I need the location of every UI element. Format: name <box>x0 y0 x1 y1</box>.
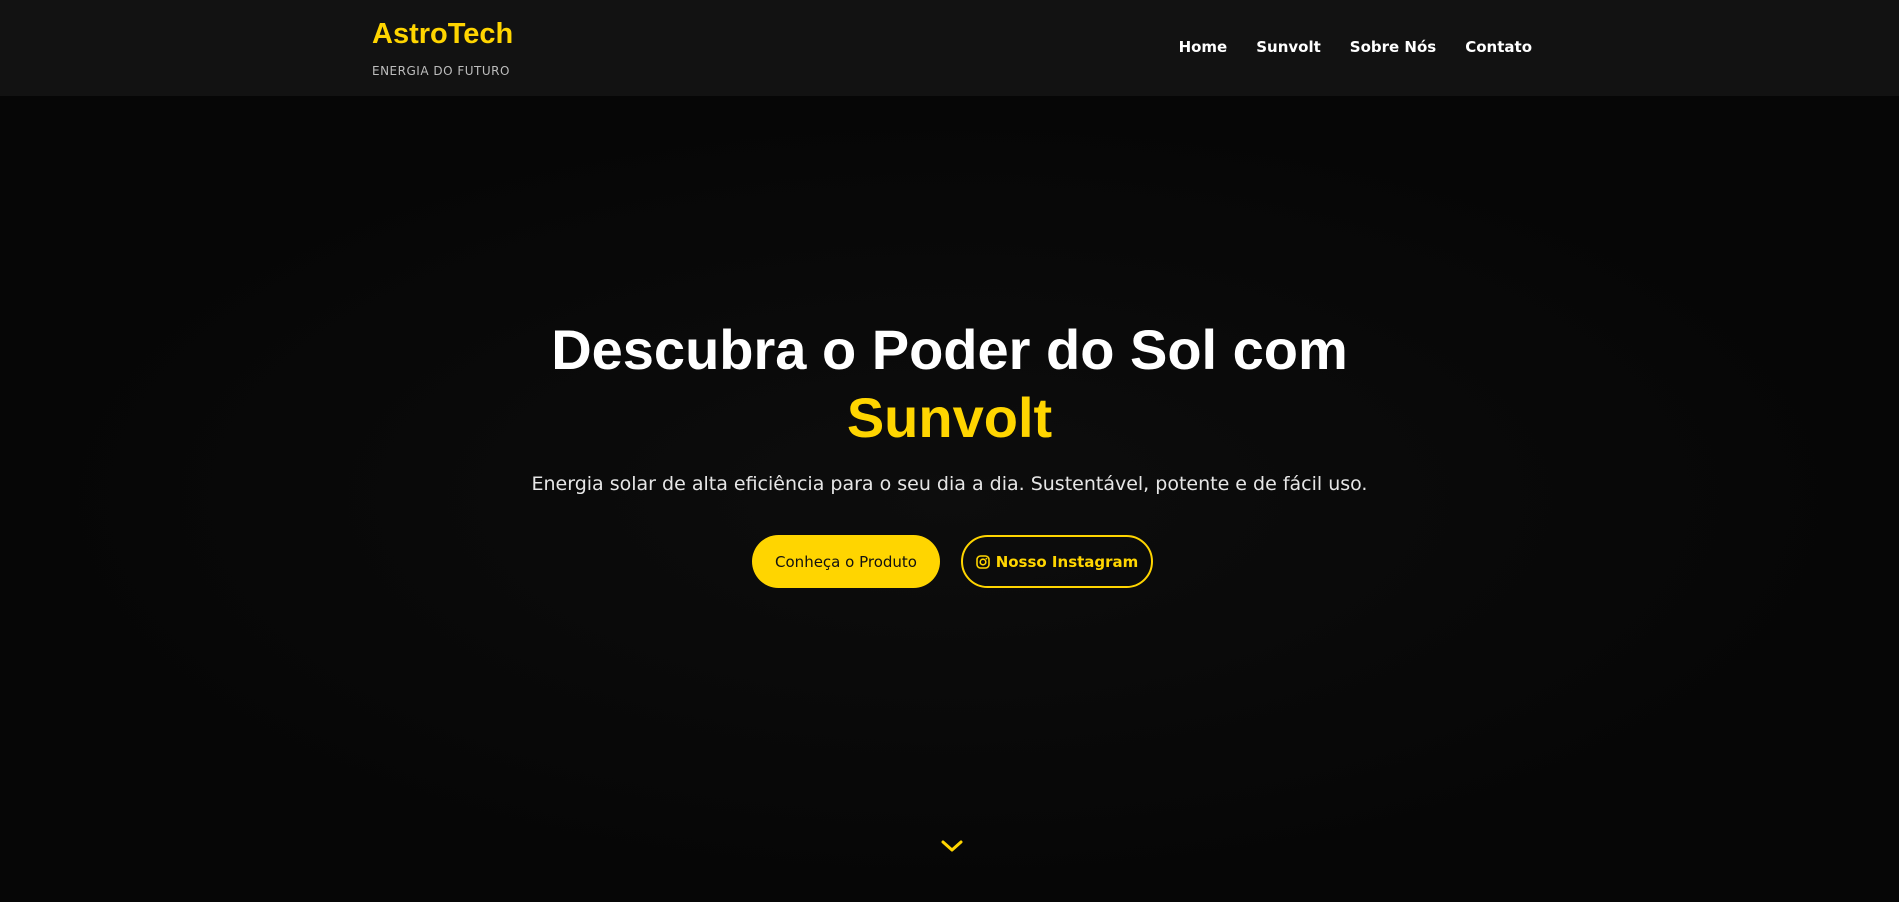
nav-item-sobre-nos[interactable]: Sobre Nós <box>1350 36 1436 58</box>
hero-title-accent: Sunvolt <box>846 386 1053 449</box>
hero-actions: Conheça o Produto Nosso Instagram <box>752 535 1153 588</box>
brand-name[interactable]: AstroTech <box>372 14 513 54</box>
instagram-button[interactable]: Nosso Instagram <box>961 535 1153 588</box>
instagram-icon <box>975 554 990 569</box>
nav-item-home[interactable]: Home <box>1179 36 1228 58</box>
hero-title-text: Descubra o Poder do Sol com <box>551 318 1348 381</box>
hero-title: Descubra o Poder do Sol com Sunvolt <box>0 316 1899 452</box>
instagram-button-label: Nosso Instagram <box>995 552 1139 571</box>
site-header: AstroTech ENERGIA DO FUTURO Home Sunvolt… <box>0 0 1899 96</box>
chevron-down-icon[interactable] <box>940 834 964 858</box>
main-nav: Home Sunvolt Sobre Nós Contato <box>1179 36 1532 58</box>
product-button[interactable]: Conheça o Produto <box>752 535 940 588</box>
hero-subtitle: Energia solar de alta eficiência para o … <box>531 473 1368 495</box>
brand-tagline: ENERGIA DO FUTURO <box>372 64 510 78</box>
hero-section: Descubra o Poder do Sol com Sunvolt Ener… <box>0 96 1899 902</box>
nav-item-sunvolt[interactable]: Sunvolt <box>1256 36 1321 58</box>
nav-item-contato[interactable]: Contato <box>1465 36 1532 58</box>
brand[interactable]: AstroTech ENERGIA DO FUTURO <box>372 14 513 78</box>
